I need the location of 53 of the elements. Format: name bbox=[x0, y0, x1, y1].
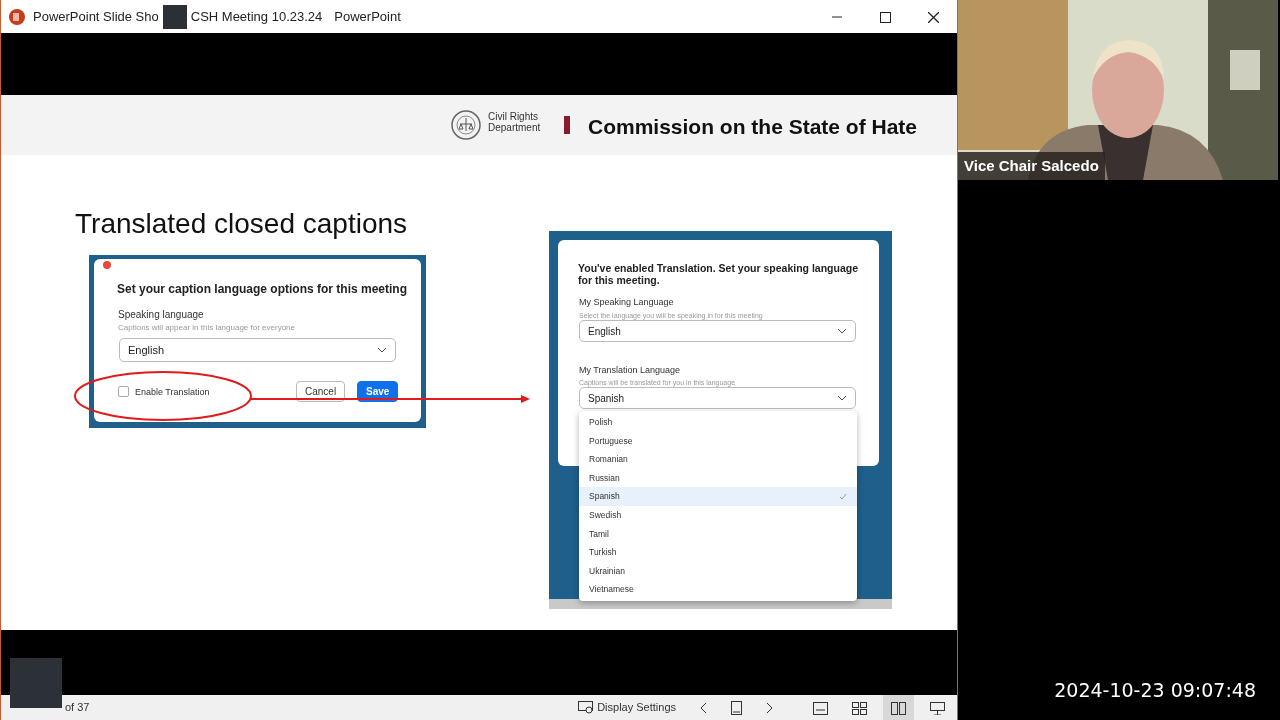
slide-heading: Translated closed captions bbox=[75, 207, 408, 241]
dropdown-option[interactable]: Romanian bbox=[579, 450, 857, 469]
chevron-right-icon bbox=[766, 702, 773, 715]
chevron-down-icon bbox=[837, 328, 847, 334]
dropdown-option[interactable]: Portuguese bbox=[579, 431, 857, 451]
field-hint: Captions will appear in this language for everyone bbox=[118, 322, 295, 334]
slide-counter: of 37 bbox=[64, 700, 90, 716]
close-icon bbox=[927, 11, 939, 23]
grid-icon bbox=[852, 701, 867, 715]
org-name: Department bbox=[488, 122, 541, 133]
field-label: Speaking language bbox=[118, 308, 204, 322]
window-title: CSH Meeting 10.23.24 bbox=[190, 7, 323, 26]
seal-icon bbox=[451, 110, 481, 140]
maximize-icon bbox=[879, 11, 891, 23]
redaction-block bbox=[10, 658, 62, 708]
dropdown-option[interactable]: Polish bbox=[579, 413, 857, 432]
checkbox[interactable] bbox=[118, 386, 129, 397]
book-icon bbox=[891, 701, 906, 715]
participant-name: Vice Chair Salcedo bbox=[958, 151, 1105, 180]
dropdown-option[interactable]: Tamil bbox=[579, 524, 857, 544]
dialog-title: Set your caption language options for this meeting bbox=[117, 281, 408, 298]
checkbox-label: Enable Translation bbox=[135, 386, 210, 399]
dropdown-option[interactable]: Swedish bbox=[579, 506, 857, 525]
dropdown-option[interactable]: Vietnamese bbox=[579, 580, 857, 599]
field-label: My Speaking Language bbox=[579, 296, 674, 309]
dropdown-option[interactable]: Russian bbox=[579, 468, 857, 488]
chevron-left-icon bbox=[700, 702, 707, 715]
org-name: Civil Rights bbox=[488, 111, 539, 122]
language-select[interactable]: Spanish bbox=[579, 387, 856, 409]
display-settings-button[interactable]: Display Settings bbox=[570, 695, 684, 720]
dropdown-option[interactable]: Turkish bbox=[579, 543, 857, 562]
presenter-icon bbox=[930, 701, 945, 715]
language-select[interactable]: English bbox=[119, 338, 396, 362]
field-label: My Translation Language bbox=[579, 364, 681, 377]
app-icon bbox=[9, 8, 25, 25]
slide-header-title: Commission on the State of Hate bbox=[588, 114, 918, 140]
monitor-icon bbox=[578, 701, 594, 714]
close-dot-icon[interactable] bbox=[103, 261, 111, 269]
timestamp: 2024-10-23 09:07:48 bbox=[1053, 677, 1257, 703]
window-title: PowerPoint bbox=[334, 7, 401, 26]
dialog-title: You've enabled Translation. Set your speaking language for this meeting. bbox=[578, 262, 860, 286]
slide-icon bbox=[731, 701, 742, 716]
view-button[interactable] bbox=[883, 695, 914, 720]
chevron-down-icon bbox=[837, 395, 847, 401]
language-select[interactable]: English bbox=[579, 320, 856, 342]
normal-view-icon bbox=[813, 701, 828, 715]
check-icon bbox=[839, 493, 847, 501]
dropdown-option[interactable]: Ukrainian bbox=[579, 561, 857, 581]
chevron-down-icon bbox=[377, 347, 387, 353]
window-title: PowerPoint Slide Sho bbox=[33, 7, 159, 26]
redaction-block bbox=[162, 4, 187, 29]
accent-bar bbox=[564, 116, 570, 134]
dropdown-option[interactable]: Spanish bbox=[579, 487, 857, 506]
